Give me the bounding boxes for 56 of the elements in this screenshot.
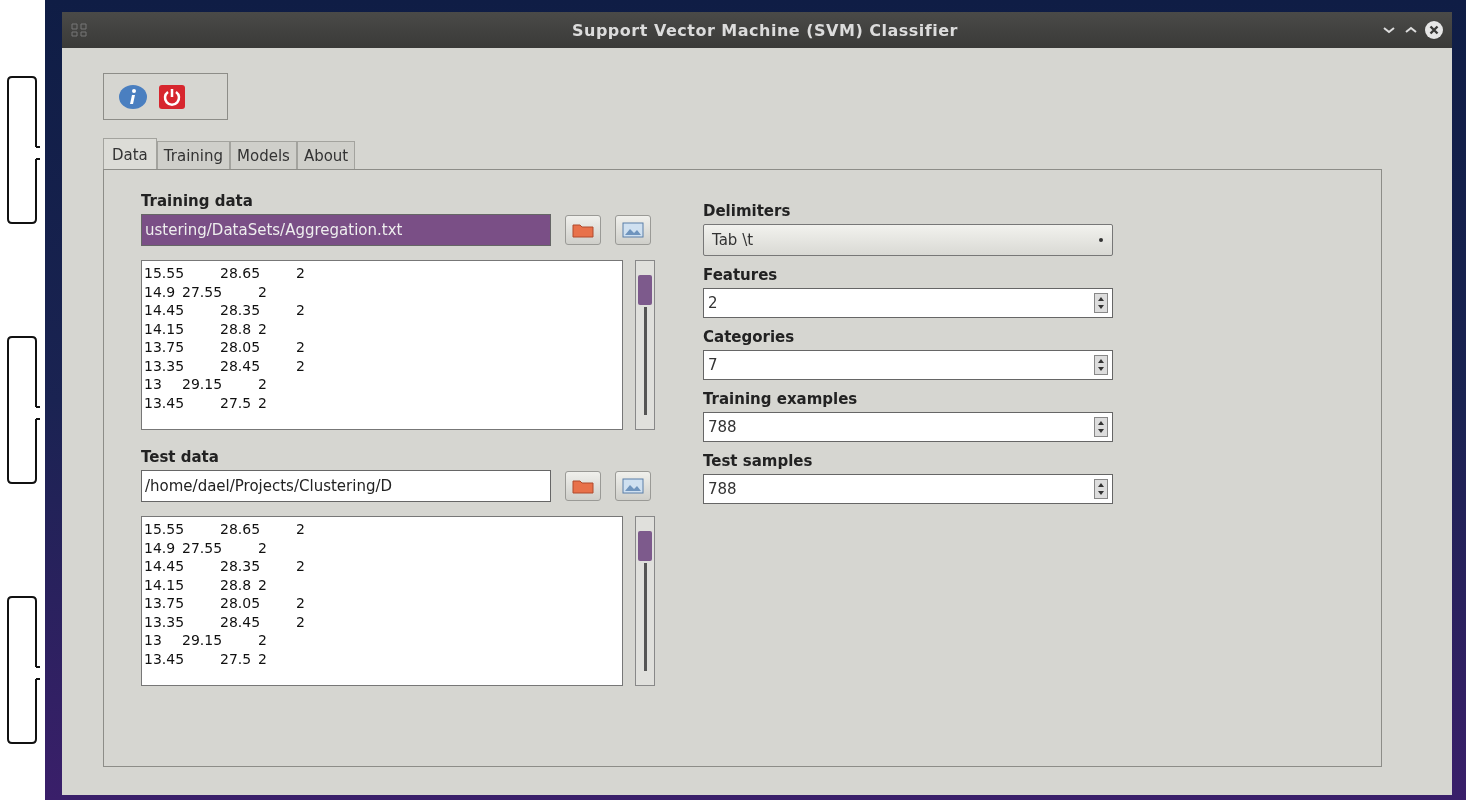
field-label: Training examples — [703, 390, 859, 408]
scrollbar[interactable] — [635, 260, 655, 430]
spin-arrows-icon[interactable] — [1094, 355, 1108, 375]
data-row-text: 13.35 28.45 2 — [144, 612, 306, 631]
maximize-icon[interactable] — [1404, 25, 1418, 35]
data-row-text: 13.35 28.45 2 — [144, 356, 306, 375]
data-row-text: 13.45 27.5 2 — [144, 649, 268, 668]
data-row-text: 13.45 27.5 2 — [144, 393, 268, 412]
data-row-text: 14.15 28.8 2 — [144, 319, 268, 338]
path-field[interactable]: /home/dael/Projects/Clustering/D — [141, 470, 551, 502]
info-icon[interactable] — [118, 83, 148, 110]
data-row-text: 14.9 27.55 2 — [144, 538, 268, 557]
spin-arrows-icon[interactable] — [1094, 293, 1108, 313]
image-icon — [622, 478, 644, 494]
number-spinbox[interactable]: 2 — [703, 288, 1113, 318]
data-row-text: 13.75 28.05 2 — [144, 594, 306, 613]
tab[interactable]: Data — [103, 138, 157, 170]
image-button[interactable] — [615, 471, 651, 501]
tab[interactable]: Models — [230, 141, 297, 170]
open-folder-button[interactable] — [565, 215, 601, 245]
field-label: Training data — [141, 192, 254, 210]
minimize-icon[interactable] — [1382, 25, 1396, 35]
data-row-text: 14.45 28.35 2 — [144, 301, 306, 320]
path-field[interactable]: ustering/DataSets/Aggregation.txt — [141, 214, 551, 246]
folder-icon — [572, 478, 594, 494]
data-row-text: 13.75 28.05 2 — [144, 338, 306, 357]
open-folder-button[interactable] — [565, 471, 601, 501]
number-spinbox[interactable]: 7 — [703, 350, 1113, 380]
data-row-text: 13 29.15 2 — [144, 631, 268, 650]
spin-arrows-icon[interactable] — [1094, 479, 1108, 499]
data-row-text: 15.55 28.65 2 — [144, 520, 306, 539]
scrollbar[interactable] — [635, 516, 655, 686]
delimiter-dropdown[interactable]: Tab \t — [703, 224, 1113, 256]
data-row-text: 14.15 28.8 2 — [144, 575, 268, 594]
tab[interactable]: Training — [156, 141, 230, 170]
data-row-text: 14.45 28.35 2 — [144, 557, 306, 576]
number-spinbox[interactable]: 788 — [703, 412, 1113, 442]
field-label: Delimiters — [703, 202, 792, 220]
image-button[interactable] — [615, 215, 651, 245]
dropdown-icon — [1098, 237, 1104, 243]
data-row-text: 15.55 28.65 2 — [144, 264, 306, 283]
field-label: Test data — [141, 448, 220, 466]
close-icon[interactable] — [1424, 20, 1444, 40]
field-label: Categories — [703, 328, 796, 346]
window-title: Support Vector Machine (SVM) Classifier — [571, 20, 959, 40]
number-spinbox[interactable]: 788 — [703, 474, 1113, 504]
folder-icon — [572, 222, 594, 238]
app-icon — [70, 22, 88, 38]
data-row-text: 14.9 27.55 2 — [144, 282, 268, 301]
image-icon — [622, 222, 644, 238]
field-label: Features — [703, 266, 779, 284]
tab[interactable]: About — [296, 141, 356, 170]
spin-arrows-icon[interactable] — [1094, 417, 1108, 437]
power-icon[interactable] — [158, 83, 186, 110]
data-row-text: 13 29.15 2 — [144, 375, 268, 394]
field-label: Test samples — [703, 452, 814, 470]
